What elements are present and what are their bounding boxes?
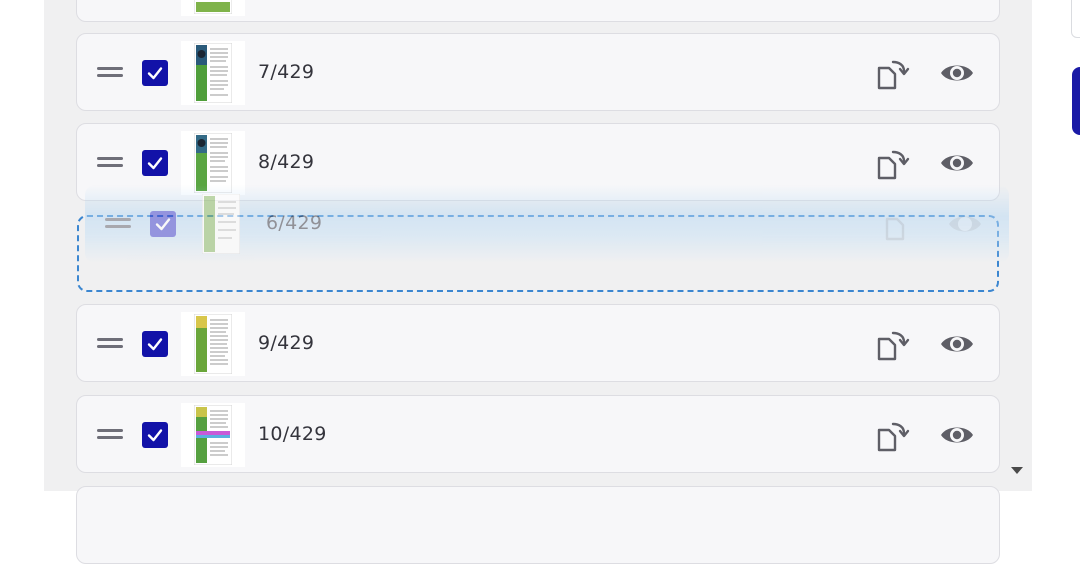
rotate-page-icon[interactable]: [877, 148, 911, 180]
checkmark-icon: [147, 338, 163, 351]
drag-handle-icon[interactable]: [105, 216, 131, 230]
scroll-down-arrow-icon[interactable]: [1011, 467, 1023, 474]
side-action-button[interactable]: [1072, 67, 1080, 135]
page-row[interactable]: 7/429: [76, 33, 1000, 111]
eye-icon[interactable]: [939, 149, 975, 177]
rotate-page-icon[interactable]: [885, 209, 919, 241]
checkmark-icon: [147, 67, 163, 80]
page-select-checkbox[interactable]: [142, 331, 168, 357]
drag-handle-icon[interactable]: [97, 65, 123, 79]
checkmark-icon: [147, 429, 163, 442]
page-thumbnail: [189, 192, 253, 256]
page-row-partial[interactable]: [76, 0, 1000, 22]
eye-icon[interactable]: [947, 210, 983, 238]
side-input-field[interactable]: [1071, 0, 1080, 38]
page-number-label: 6/429: [266, 212, 323, 234]
page-row-partial[interactable]: [76, 486, 1000, 564]
page-number-label: 7/429: [258, 61, 315, 83]
page-select-checkbox[interactable]: [150, 211, 176, 237]
rotate-page-icon[interactable]: [877, 420, 911, 452]
eye-icon[interactable]: [939, 59, 975, 87]
checkmark-icon: [155, 218, 171, 231]
page-number-label: 8/429: [258, 151, 315, 173]
page-row[interactable]: 10/429: [76, 395, 1000, 473]
page-thumbnail: [181, 312, 245, 376]
checkmark-icon: [147, 157, 163, 170]
rotate-page-icon[interactable]: [877, 58, 911, 90]
page-thumbnail: [181, 0, 245, 16]
rotate-page-icon[interactable]: [877, 329, 911, 361]
drag-handle-icon[interactable]: [97, 336, 123, 350]
drag-handle-icon[interactable]: [97, 427, 123, 441]
page-number-label: 9/429: [258, 332, 315, 354]
page-number-label: 10/429: [258, 423, 327, 445]
page-row[interactable]: 9/429: [76, 304, 1000, 382]
page-thumbnail: [181, 403, 245, 467]
eye-icon[interactable]: [939, 421, 975, 449]
page-select-checkbox[interactable]: [142, 150, 168, 176]
eye-icon[interactable]: [939, 330, 975, 358]
dragged-page-row[interactable]: 6/429: [85, 185, 1009, 263]
page-thumbnail: [181, 41, 245, 105]
page-select-checkbox[interactable]: [142, 422, 168, 448]
scrollbar[interactable]: [1004, 0, 1032, 491]
drag-handle-icon[interactable]: [97, 155, 123, 169]
page-select-checkbox[interactable]: [142, 60, 168, 86]
